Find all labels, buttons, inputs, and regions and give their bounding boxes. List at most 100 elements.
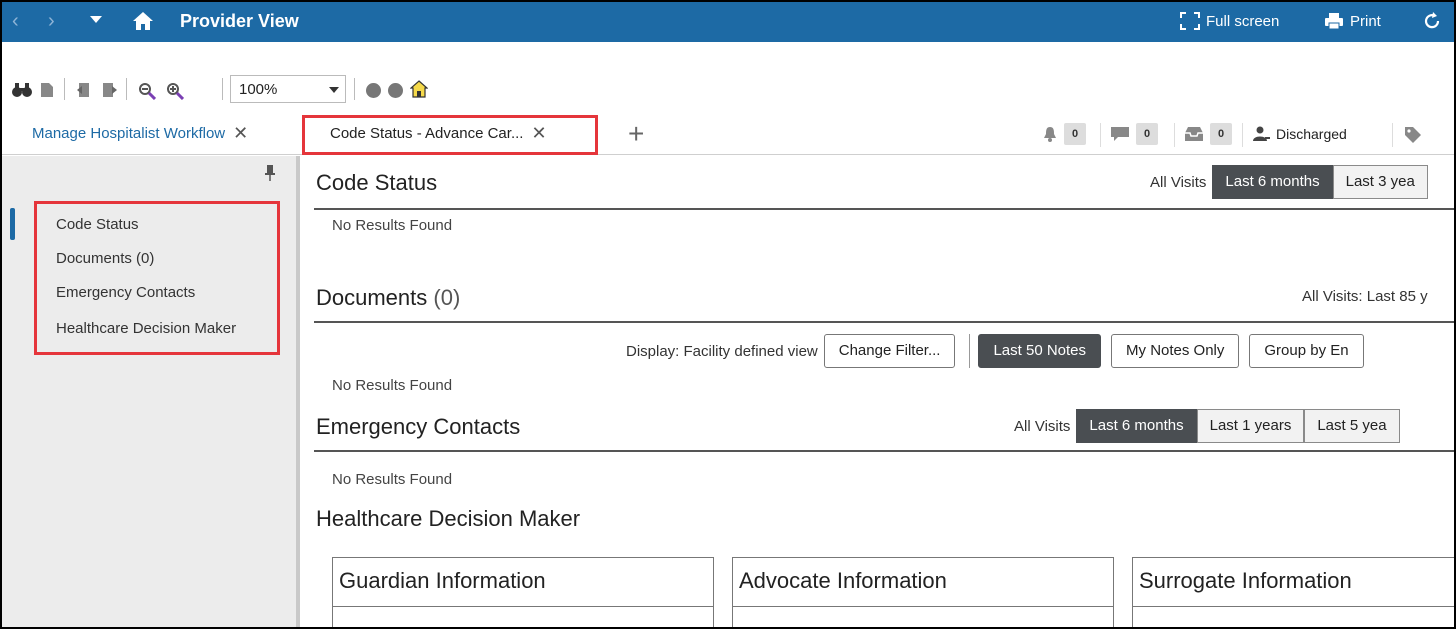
inbox-count: 0 xyxy=(1210,123,1232,145)
zoom-in-icon[interactable] xyxy=(166,82,184,100)
card-title: Guardian Information xyxy=(339,568,546,593)
home-icon[interactable] xyxy=(410,80,428,98)
tab-manage-hospitalist-workflow[interactable]: Manage Hospitalist Workflow ✕ xyxy=(32,123,248,144)
documents-all-visits: All Visits: Last 85 y xyxy=(1302,288,1428,305)
notification-count: 0 xyxy=(1064,123,1086,145)
main-content: Code Status All Visits Last 6 months Las… xyxy=(300,156,1454,627)
close-icon[interactable]: ✕ xyxy=(233,123,248,144)
dropdown-caret-icon[interactable] xyxy=(90,16,102,23)
tab-label: Manage Hospitalist Workflow xyxy=(32,125,226,142)
section-title-documents: Documents (0) xyxy=(316,285,460,311)
expand-icon xyxy=(1180,12,1200,30)
no-results-text: No Results Found xyxy=(332,217,453,234)
range-last-5-years[interactable]: Last 5 yea xyxy=(1304,409,1400,443)
inbox-indicator[interactable]: 0 xyxy=(1184,119,1232,149)
circle-icon[interactable] xyxy=(366,83,381,98)
divider xyxy=(969,334,971,368)
sidebar: Code Status Documents (0) Emergency Cont… xyxy=(2,156,300,627)
documents-title: Documents xyxy=(316,285,428,310)
range-last-1-years[interactable]: Last 1 years xyxy=(1196,409,1305,443)
discharged-label: Discharged xyxy=(1276,126,1347,142)
messages-indicator[interactable]: 0 xyxy=(1110,119,1158,149)
section-title-healthcare-decision-maker: Healthcare Decision Maker xyxy=(316,506,581,531)
documents-toolbar: Display: Facility defined view Change Fi… xyxy=(626,334,1364,368)
my-notes-only-button[interactable]: My Notes Only xyxy=(1111,334,1240,368)
toolbar-separator xyxy=(64,78,65,100)
notifications-indicator[interactable]: 0 xyxy=(1042,119,1086,149)
page-previous-icon[interactable] xyxy=(76,82,92,98)
no-results-text: No Results Found xyxy=(332,471,453,488)
sidebar-item-healthcare-decision-maker[interactable]: Healthcare Decision Maker xyxy=(56,320,236,337)
section-divider xyxy=(314,208,1454,210)
document-icon[interactable] xyxy=(40,82,54,98)
section-divider xyxy=(314,321,1454,323)
tag-icon[interactable] xyxy=(1404,126,1422,144)
sidebar-item-emergency-contacts[interactable]: Emergency Contacts xyxy=(56,284,195,301)
tab-label: Code Status - Advance Car... xyxy=(330,125,524,142)
toolbar: 100% xyxy=(2,74,1454,104)
circle-icon[interactable] xyxy=(388,83,403,98)
toolbar-separator xyxy=(126,78,127,100)
print-label: Print xyxy=(1350,12,1381,30)
display-label: Display: Facility defined view xyxy=(626,342,818,360)
toolbar-separator xyxy=(354,78,355,100)
divider xyxy=(1242,123,1243,147)
card-title: Surrogate Information xyxy=(1139,568,1352,593)
pin-icon[interactable] xyxy=(264,164,276,182)
app-window: ‹ › Provider View Full screen Print 100%… xyxy=(0,0,1456,629)
documents-count: (0) xyxy=(433,285,461,310)
card-title: Advocate Information xyxy=(739,568,947,593)
advocate-information-card: Advocate Information xyxy=(732,557,1114,627)
last-50-notes-button[interactable]: Last 50 Notes xyxy=(978,334,1102,368)
forward-icon[interactable]: › xyxy=(48,10,55,33)
binoculars-icon[interactable] xyxy=(12,82,32,98)
sidebar-item-code-status[interactable]: Code Status xyxy=(56,216,139,233)
section-divider xyxy=(314,450,1454,452)
bell-icon xyxy=(1044,127,1056,142)
change-filter-button[interactable]: Change Filter... xyxy=(823,334,956,368)
active-indicator xyxy=(10,208,15,240)
chat-icon xyxy=(1111,127,1129,141)
message-count: 0 xyxy=(1136,123,1158,145)
sidebar-item-documents[interactable]: Documents (0) xyxy=(56,250,154,267)
print-button[interactable]: Print xyxy=(1324,12,1381,30)
divider xyxy=(1174,123,1175,147)
page-title: Provider View xyxy=(180,11,299,31)
full-screen-label: Full screen xyxy=(1206,12,1280,30)
tab-bar: Manage Hospitalist Workflow ✕ Code Statu… xyxy=(2,115,1454,155)
section-title-code-status: Code Status xyxy=(316,170,438,195)
card-divider xyxy=(1133,606,1454,607)
inbox-icon xyxy=(1185,127,1203,141)
card-divider xyxy=(333,606,713,607)
range-last-6-months[interactable]: Last 6 months xyxy=(1076,409,1197,443)
all-visits-label[interactable]: All Visits xyxy=(1150,174,1206,191)
range-last-3-years[interactable]: Last 3 yea xyxy=(1332,165,1428,199)
back-icon[interactable]: ‹ xyxy=(12,10,19,33)
divider xyxy=(1100,123,1101,147)
all-visits-label[interactable]: All Visits xyxy=(1014,418,1070,435)
person-discharge-icon xyxy=(1253,126,1270,141)
zoom-out-icon[interactable] xyxy=(138,82,156,100)
divider xyxy=(1392,123,1393,147)
surrogate-information-card: Surrogate Information xyxy=(1132,557,1454,627)
patient-status[interactable]: Discharged xyxy=(1252,119,1347,149)
add-tab-icon[interactable]: + xyxy=(628,118,644,150)
tab-code-status[interactable]: Code Status - Advance Car... ✕ xyxy=(330,123,547,144)
group-by-encounter-button[interactable]: Group by En xyxy=(1249,334,1364,368)
title-bar: ‹ › Provider View Full screen Print xyxy=(2,2,1454,42)
refresh-icon[interactable] xyxy=(1422,12,1442,30)
no-results-text: No Results Found xyxy=(332,377,453,394)
close-icon[interactable]: ✕ xyxy=(531,123,546,144)
toolbar-separator xyxy=(222,78,223,100)
guardian-information-card: Guardian Information xyxy=(332,557,714,627)
zoom-select[interactable]: 100% xyxy=(230,75,346,103)
range-last-6-months[interactable]: Last 6 months xyxy=(1212,165,1333,199)
zoom-value: 100% xyxy=(239,81,278,98)
page-next-icon[interactable] xyxy=(102,82,118,98)
emergency-range-selector: All Visits Last 6 months Last 1 years La… xyxy=(1014,409,1400,443)
full-screen-button[interactable]: Full screen xyxy=(1180,12,1279,30)
code-status-range-selector: All Visits Last 6 months Last 3 yea xyxy=(1150,165,1428,199)
printer-icon xyxy=(1325,13,1343,30)
home-icon[interactable] xyxy=(132,11,154,31)
chevron-down-icon xyxy=(329,87,339,93)
